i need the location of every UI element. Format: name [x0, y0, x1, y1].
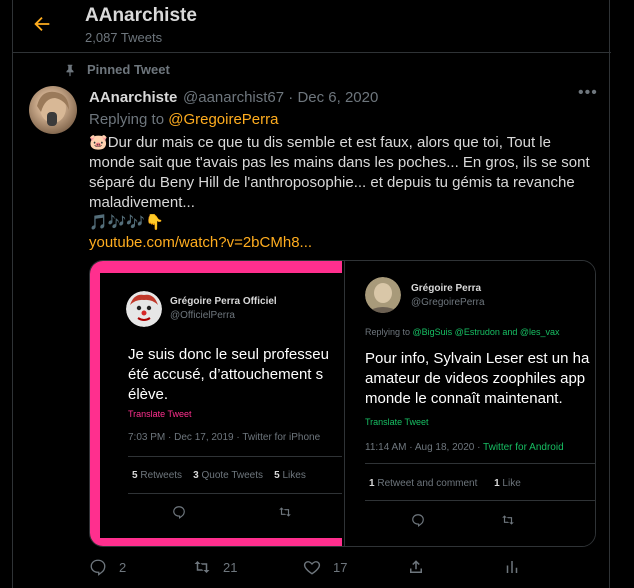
- divider: [365, 500, 595, 501]
- analytics-icon: [506, 561, 518, 573]
- replying-to-link[interactable]: @GregoirePerra: [168, 111, 278, 128]
- screenshot-right[interactable]: Grégoire Perra @GregoirePerra Replying t…: [344, 261, 595, 546]
- screenshot-left-inner: Grégoire Perra Officiel @OfficielPerra J…: [100, 273, 342, 538]
- tweet-actions: 2 21 17: [89, 558, 599, 582]
- screenshot-left[interactable]: Grégoire Perra Officiel @OfficielPerra J…: [90, 261, 342, 546]
- retweet-icon: [194, 561, 210, 573]
- handle-and-date[interactable]: @aanarchist67 · Dec 6, 2020: [183, 89, 378, 106]
- quote1-handle: @OfficielPerra: [170, 310, 235, 321]
- display-name[interactable]: AAnarchiste: [89, 89, 177, 106]
- retweet-button[interactable]: 21: [193, 558, 237, 576]
- page-title: AAnarchiste: [85, 5, 197, 26]
- tweet-text-body: Dur dur mais ce que tu dis semble et est…: [89, 134, 590, 211]
- quote1-line3: élève.: [128, 386, 169, 403]
- retweet-icon: [278, 505, 292, 522]
- music-emoji-line: 🎵🎶🎶👇: [89, 214, 164, 231]
- quote1-name: Grégoire Perra Officiel: [170, 296, 277, 307]
- youtube-link[interactable]: youtube.com/watch?v=2bCMh8...: [89, 233, 599, 253]
- back-arrow-icon[interactable]: [31, 13, 55, 37]
- timeline-column: AAnarchiste 2,087 Tweets Pinned Tweet AA…: [12, 0, 611, 588]
- quote2-translate: Translate Tweet: [365, 417, 429, 427]
- retweet-count: 21: [223, 559, 238, 575]
- tweet-count: 2,087 Tweets: [85, 30, 163, 45]
- quote2-replying: Replying to @BigSuis @Estrudon and @les_…: [365, 327, 560, 337]
- quote2-handle: @GregoirePerra: [411, 297, 485, 308]
- like-button[interactable]: 17: [303, 558, 347, 576]
- quote2-line2: amateur de videos zoophiles app: [365, 370, 586, 387]
- replying-to: Replying to @GregoirePerra: [89, 111, 279, 128]
- quote2-line3: monde le connaît maintenant.: [365, 390, 563, 407]
- clown-avatar: [126, 291, 162, 327]
- share-icon: [410, 560, 422, 573]
- pinned-tweet-label: Pinned Tweet: [63, 62, 170, 77]
- divider: [128, 493, 342, 494]
- divider: [365, 463, 595, 464]
- more-options-icon[interactable]: •••: [578, 84, 598, 102]
- reply-icon: [172, 505, 186, 522]
- quote2-name: Grégoire Perra: [411, 283, 482, 294]
- quote2-date: 11:14 AM · Aug 18, 2020 · Twitter for An…: [365, 442, 564, 453]
- pin-icon: [63, 63, 77, 77]
- analytics-button[interactable]: [503, 558, 521, 576]
- reply-button[interactable]: 2: [89, 558, 126, 576]
- quote1-date: 7:03 PM · Dec 17, 2019 · Twitter for iPh…: [128, 432, 321, 443]
- tweet-text: 🐷Dur dur mais ce que tu dis semble et es…: [89, 133, 599, 253]
- quote1-line1: Je suis donc le seul professeu: [128, 346, 329, 363]
- tweet-media[interactable]: Grégoire Perra Officiel @OfficielPerra J…: [89, 260, 596, 547]
- divider: [128, 456, 342, 457]
- pig-emoji-icon: 🐷: [89, 134, 108, 151]
- retweet-icon: [501, 513, 515, 530]
- quote1-stats: 5 Retweets 3 Quote Tweets 5 Likes: [132, 470, 306, 481]
- quote2-stats: 1 Retweet and comment 1 Like: [369, 478, 521, 489]
- share-button[interactable]: [407, 558, 425, 576]
- quote1-line2: été accusé, d’attouchement s: [128, 366, 324, 383]
- gregoire-avatar: [365, 277, 401, 313]
- pinned-text: Pinned Tweet: [87, 62, 170, 77]
- reply-icon: [90, 559, 106, 576]
- reply-icon: [411, 513, 425, 530]
- like-count: 17: [333, 559, 348, 575]
- quote2-line1: Pour info, Sylvain Leser est un ha: [365, 350, 590, 367]
- quote1-translate: Translate Tweet: [128, 409, 192, 419]
- profile-header: AAnarchiste 2,087 Tweets: [13, 0, 611, 53]
- heart-icon: [303, 561, 321, 575]
- reply-count: 2: [119, 559, 127, 575]
- avatar[interactable]: [29, 86, 77, 134]
